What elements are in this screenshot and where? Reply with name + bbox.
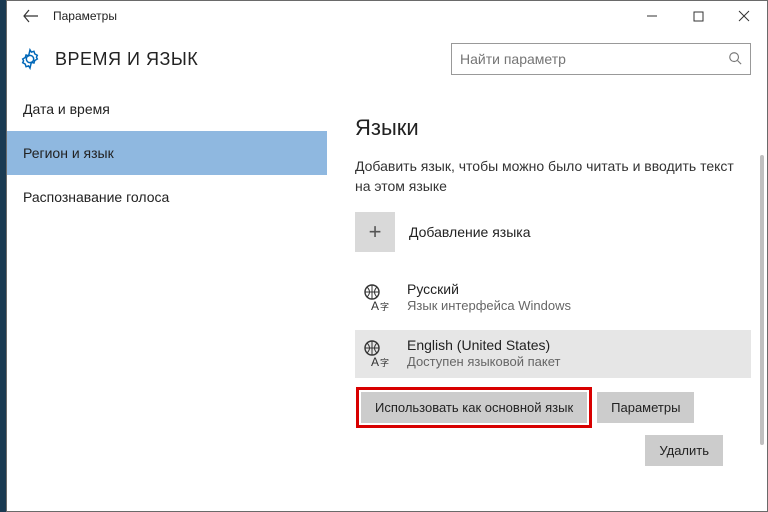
settings-window: Параметры ВРЕМЯ И ЯЗЫК Дат bbox=[6, 0, 768, 512]
svg-text:A: A bbox=[371, 355, 379, 369]
svg-text:字: 字 bbox=[380, 301, 389, 312]
language-actions-row2: Удалить bbox=[355, 435, 751, 466]
gear-icon bbox=[19, 48, 41, 70]
language-icon: A 字 bbox=[359, 336, 395, 372]
language-subtitle: Доступен языковой пакет bbox=[407, 354, 560, 371]
window-title: Параметры bbox=[47, 9, 117, 23]
plus-icon: + bbox=[355, 212, 395, 252]
sidebar-item-speech[interactable]: Распознавание голоса bbox=[7, 175, 327, 219]
search-input[interactable] bbox=[460, 51, 728, 67]
window-controls bbox=[629, 1, 767, 31]
sidebar-item-label: Регион и язык bbox=[23, 145, 114, 161]
sidebar-item-label: Распознавание голоса bbox=[23, 189, 169, 205]
section-title: ВРЕМЯ И ЯЗЫК bbox=[55, 49, 198, 70]
scrollbar-thumb[interactable] bbox=[760, 155, 764, 445]
titlebar: Параметры bbox=[7, 1, 767, 31]
minimize-button[interactable] bbox=[629, 1, 675, 31]
sidebar-item-region-language[interactable]: Регион и язык bbox=[7, 131, 327, 175]
back-button[interactable] bbox=[15, 1, 47, 31]
sidebar: Дата и время Регион и язык Распознавание… bbox=[7, 87, 327, 511]
language-item-english[interactable]: A 字 English (United States) Доступен язы… bbox=[355, 330, 751, 378]
language-actions: Использовать как основной язык Параметры bbox=[361, 392, 751, 423]
search-icon bbox=[728, 51, 742, 68]
add-language-label: Добавление языка bbox=[409, 224, 531, 240]
svg-text:A: A bbox=[371, 299, 379, 313]
language-icon: A 字 bbox=[359, 280, 395, 316]
sidebar-item-label: Дата и время bbox=[23, 101, 110, 117]
options-button[interactable]: Параметры bbox=[597, 392, 694, 423]
language-item-russian[interactable]: A 字 Русский Язык интерфейса Windows bbox=[355, 274, 751, 322]
svg-text:字: 字 bbox=[380, 357, 389, 368]
header: ВРЕМЯ И ЯЗЫК bbox=[7, 31, 767, 87]
content-pane: Языки Добавить язык, чтобы можно было чи… bbox=[327, 87, 767, 511]
language-name: Русский bbox=[407, 280, 571, 298]
search-box[interactable] bbox=[451, 43, 751, 75]
maximize-button[interactable] bbox=[675, 1, 721, 31]
language-subtitle: Язык интерфейса Windows bbox=[407, 298, 571, 315]
close-button[interactable] bbox=[721, 1, 767, 31]
page-title: Языки bbox=[355, 115, 751, 141]
body: Дата и время Регион и язык Распознавание… bbox=[7, 87, 767, 511]
set-default-button[interactable]: Использовать как основной язык bbox=[361, 392, 587, 423]
language-name: English (United States) bbox=[407, 336, 560, 354]
scrollbar[interactable] bbox=[759, 87, 765, 507]
remove-button[interactable]: Удалить bbox=[645, 435, 723, 466]
page-description: Добавить язык, чтобы можно было читать и… bbox=[355, 157, 735, 196]
sidebar-item-date-time[interactable]: Дата и время bbox=[7, 87, 327, 131]
add-language-row[interactable]: + Добавление языка bbox=[355, 212, 751, 252]
